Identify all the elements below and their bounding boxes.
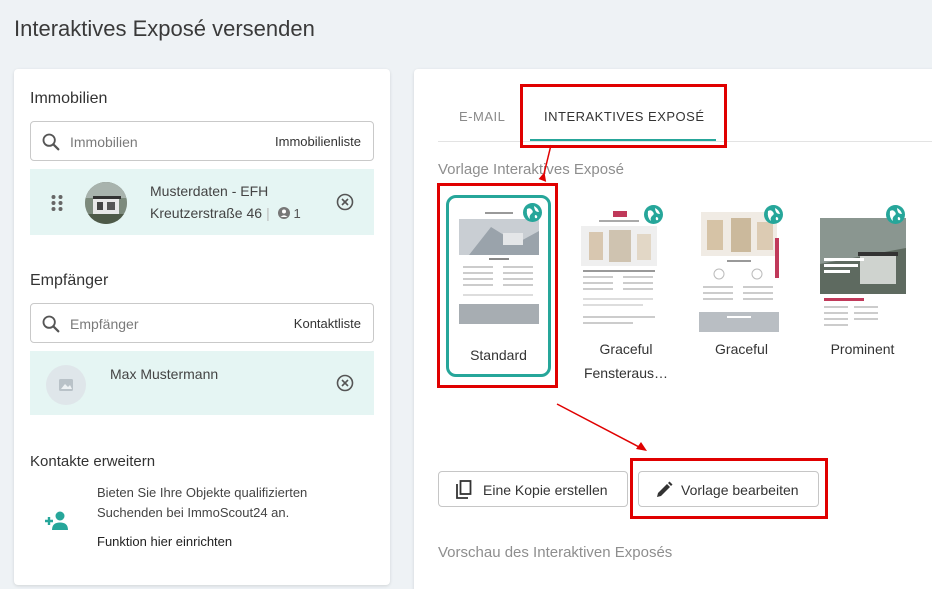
- properties-search-placeholder: Immobilien: [70, 134, 138, 150]
- recipients-search-placeholder: Empfänger: [70, 316, 139, 332]
- template-prominent-label: Prominent: [830, 341, 895, 357]
- property-thumbnail: [85, 182, 127, 224]
- page-title: Interaktives Exposé versenden: [14, 16, 315, 41]
- template-graceful-window-label: Graceful Fensteraus…: [583, 341, 669, 381]
- property-address: Kreutzerstraße 46: [150, 205, 263, 221]
- setup-function-link[interactable]: Funktion hier einrichten: [97, 534, 232, 549]
- globe-icon: [644, 205, 663, 224]
- search-icon: [42, 315, 60, 333]
- template-graceful[interactable]: Graceful: [689, 204, 794, 384]
- contact-avatar: [46, 365, 86, 405]
- properties-title: Immobilien: [30, 90, 108, 107]
- create-copy-button[interactable]: Eine Kopie erstellen: [438, 471, 628, 507]
- template-heading: Vorlage Interaktives Exposé: [438, 161, 624, 178]
- template-graceful-label: Graceful: [715, 341, 768, 357]
- property-name: Musterdaten - EFH: [150, 183, 269, 199]
- image-placeholder-icon: [59, 379, 73, 391]
- search-icon: [42, 133, 60, 151]
- person-add-icon: [45, 511, 68, 530]
- person-circle-icon: [277, 207, 290, 219]
- template-prominent[interactable]: Prominent: [810, 204, 915, 384]
- globe-icon: [886, 205, 905, 224]
- drag-handle-icon[interactable]: [50, 194, 64, 212]
- template-graceful-window[interactable]: Graceful Fensteraus…: [574, 204, 679, 384]
- selected-recipient-item: Max Mustermann: [30, 351, 374, 415]
- contact-name: Max Mustermann: [110, 366, 219, 382]
- copy-icon: [456, 480, 472, 499]
- expand-description-2: Suchenden bei ImmoScout24 an.: [97, 505, 290, 520]
- contact-list-link[interactable]: Kontaktliste: [294, 316, 361, 331]
- property-contact-count: 1: [293, 206, 301, 221]
- highlight-edit-button-box: [630, 458, 828, 519]
- properties-list-link[interactable]: Immobilienliste: [275, 134, 361, 149]
- graceful-window-thumbnail: [579, 208, 659, 332]
- remove-recipient-icon[interactable]: [336, 374, 354, 392]
- recipients-search-input[interactable]: Empfänger Kontaktliste: [30, 303, 374, 343]
- graceful-thumbnail: [699, 208, 779, 332]
- create-copy-label: Eine Kopie erstellen: [483, 482, 608, 498]
- properties-search-input[interactable]: Immobilien Immobilienliste: [30, 121, 374, 161]
- remove-property-icon[interactable]: [336, 193, 354, 211]
- property-address-line: Kreutzerstraße 46 | 1: [150, 205, 301, 221]
- expand-description-1: Bieten Sie Ihre Objekte qualifizierten: [97, 485, 308, 500]
- prominent-thumbnail: [820, 208, 906, 332]
- highlight-tab-box: [520, 84, 727, 148]
- selected-property-item: Musterdaten - EFH Kreutzerstraße 46 | 1: [30, 169, 374, 235]
- left-panel: Immobilien Immobilien Immobilienliste Mu…: [14, 69, 390, 585]
- highlight-template-box: [437, 183, 558, 388]
- preview-heading: Vorschau des Interaktiven Exposés: [438, 544, 673, 561]
- tab-email[interactable]: E-MAIL: [459, 109, 505, 124]
- globe-icon: [764, 205, 783, 224]
- recipients-title: Empfänger: [30, 272, 109, 289]
- expand-contacts-title: Kontakte erweitern: [30, 453, 156, 470]
